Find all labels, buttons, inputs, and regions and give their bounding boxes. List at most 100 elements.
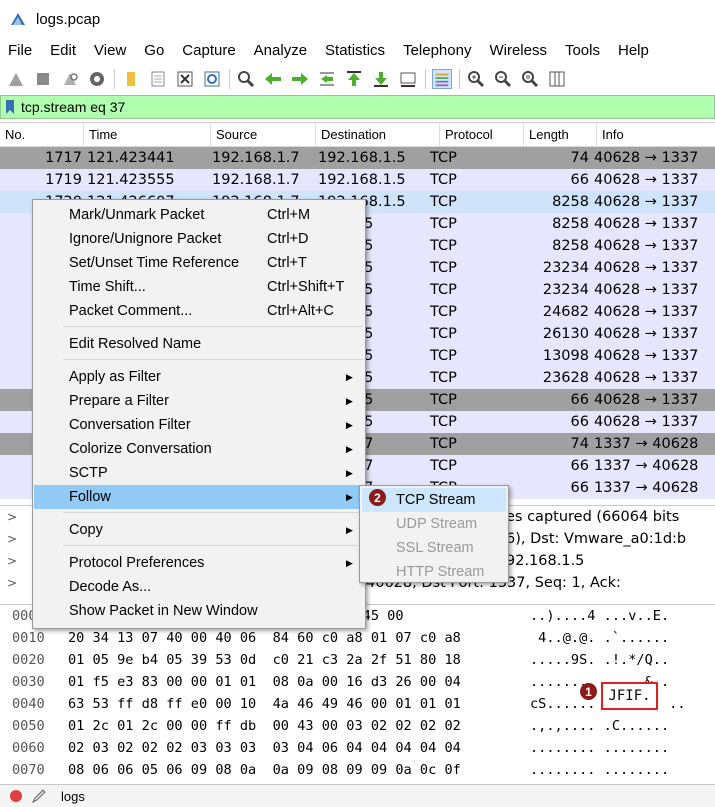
shark-start-icon[interactable]	[6, 69, 26, 89]
menu-item-time-shift[interactable]: Time Shift... Ctrl+Shift+T	[34, 275, 364, 299]
menu-item-sctp[interactable]: SCTP ▶	[34, 461, 364, 485]
menu-item-follow[interactable]: Follow ▶	[34, 485, 364, 509]
normal-size-icon[interactable]	[520, 69, 540, 89]
capture-comment-icon[interactable]	[31, 788, 47, 804]
packet-protocol: TCP	[430, 370, 457, 386]
menu-item-protocol-preferences[interactable]: Protocol Preferences ▶	[34, 551, 364, 575]
expand-arrow-icon[interactable]: >	[0, 554, 24, 568]
display-filter-input[interactable]: tcp.stream eq 37	[21, 99, 125, 115]
packet-info: 40628 → 1337	[594, 326, 699, 342]
detail-text: 92.168.1.5	[506, 553, 585, 569]
menu-item-mark-packet[interactable]: Mark/Unmark Packet Ctrl+M	[34, 203, 364, 227]
menu-tools[interactable]: Tools	[556, 38, 609, 64]
toolbar-separator	[229, 69, 230, 89]
menu-item-label: Copy	[69, 522, 103, 538]
column-header-info[interactable]: Info	[597, 123, 715, 146]
hex-ascii: .,.,.... .C......	[530, 718, 670, 734]
expert-info-icon[interactable]	[10, 790, 22, 802]
packet-protocol: TCP	[430, 150, 457, 166]
packet-no: 1717	[45, 150, 82, 166]
menu-item-prepare-filter[interactable]: Prepare a Filter ▶	[34, 389, 364, 413]
packet-info: 1337 → 40628	[594, 436, 699, 452]
packet-info: 40628 → 1337	[594, 304, 699, 320]
zoom-out-icon[interactable]	[493, 69, 513, 89]
hex-bytes: 01 05 9e b4 05 39 53 0d c0 21 c3 2a 2f 5…	[68, 652, 461, 668]
packet-row[interactable]: 1719 121.423555 192.168.1.7 192.168.1.5 TCP 6…	[0, 169, 715, 191]
open-folder-icon[interactable]	[121, 69, 141, 89]
column-header-no[interactable]: No.	[0, 123, 84, 146]
zoom-in-icon[interactable]	[466, 69, 486, 89]
bookmark-icon[interactable]	[1, 96, 19, 118]
stop-icon[interactable]	[33, 69, 53, 89]
hex-row[interactable]: 0010 20 34 13 07 40 00 40 06 84 60 c0 a8 …	[0, 627, 715, 649]
menu-item-edit-resolved-name[interactable]: Edit Resolved Name	[34, 332, 364, 356]
packet-protocol: TCP	[430, 392, 457, 408]
packet-protocol: TCP	[430, 238, 457, 254]
column-header-time[interactable]: Time	[84, 123, 211, 146]
hex-row[interactable]: 0060 02 03 02 02 02 03 03 03 03 04 06 04 …	[0, 737, 715, 759]
packet-length: 8258	[552, 238, 589, 254]
menu-item-decode-as[interactable]: Decode As...	[34, 575, 364, 599]
packet-protocol: TCP	[430, 458, 457, 474]
menu-item-colorize-conversation[interactable]: Colorize Conversation ▶	[34, 437, 364, 461]
menu-item-packet-comment[interactable]: Packet Comment... Ctrl+Alt+C	[34, 299, 364, 323]
column-header-length[interactable]: Length	[524, 123, 597, 146]
menu-item-label: Set/Unset Time Reference	[69, 255, 240, 271]
hex-row[interactable]: 0020 01 05 9e b4 05 39 53 0d c0 21 c3 2a …	[0, 649, 715, 671]
hex-offset: 0060	[12, 740, 45, 756]
menu-item-label: UDP Stream	[396, 516, 478, 532]
menu-item-conversation-filter[interactable]: Conversation Filter ▶	[34, 413, 364, 437]
hex-row[interactable]: 0050 01 2c 01 2c 00 00 ff db 00 43 00 03 …	[0, 715, 715, 737]
expand-arrow-icon[interactable]: >	[0, 510, 24, 524]
restart-icon[interactable]	[60, 69, 80, 89]
goto-packet-icon[interactable]	[317, 69, 337, 89]
expand-arrow-icon[interactable]: >	[0, 576, 24, 590]
step-2-badge: 2	[369, 489, 386, 506]
find-icon[interactable]	[236, 69, 256, 89]
menu-go[interactable]: Go	[135, 38, 173, 64]
menu-telephony[interactable]: Telephony	[394, 38, 480, 64]
row-gutter	[0, 213, 18, 235]
menu-capture[interactable]: Capture	[173, 38, 244, 64]
packet-protocol: TCP	[430, 260, 457, 276]
menu-view[interactable]: View	[85, 38, 135, 64]
file-set-icon[interactable]	[148, 69, 168, 89]
last-packet-icon[interactable]	[371, 69, 391, 89]
options-gear-icon[interactable]	[87, 69, 107, 89]
row-gutter	[0, 477, 18, 499]
resize-columns-icon[interactable]	[547, 69, 567, 89]
forward-arrow-icon[interactable]	[290, 69, 310, 89]
menu-analyze[interactable]: Analyze	[245, 38, 316, 64]
menu-help[interactable]: Help	[609, 38, 658, 64]
packet-protocol: TCP	[430, 216, 457, 232]
close-file-icon[interactable]	[175, 69, 195, 89]
back-arrow-icon[interactable]	[263, 69, 283, 89]
column-header-source[interactable]: Source	[211, 123, 316, 146]
column-header-protocol[interactable]: Protocol	[440, 123, 524, 146]
expand-arrow-icon[interactable]: >	[0, 532, 24, 546]
menu-edit[interactable]: Edit	[41, 38, 85, 64]
row-gutter	[0, 301, 18, 323]
first-packet-icon[interactable]	[344, 69, 364, 89]
hex-bytes: 01 f5 e3 83 00 00 01 01 08 0a 00 16 d3 2…	[68, 674, 461, 690]
status-file-name: logs	[61, 788, 85, 804]
menu-file[interactable]: File	[0, 38, 41, 64]
menu-statistics[interactable]: Statistics	[316, 38, 394, 64]
autoscroll-icon[interactable]	[398, 69, 418, 89]
menu-wireless[interactable]: Wireless	[480, 38, 556, 64]
colorize-icon[interactable]	[432, 69, 452, 89]
menu-item-ignore-packet[interactable]: Ignore/Unignore Packet Ctrl+D	[34, 227, 364, 251]
hex-bytes: 08 06 06 05 06 09 08 0a 0a 09 08 09 09 0…	[68, 762, 461, 778]
menu-item-copy[interactable]: Copy ▶	[34, 518, 364, 542]
column-header-destination[interactable]: Destination	[316, 123, 440, 146]
reload-icon[interactable]	[202, 69, 222, 89]
menu-item-time-reference[interactable]: Set/Unset Time Reference Ctrl+T	[34, 251, 364, 275]
menu-item-apply-as-filter[interactable]: Apply as Filter ▶	[34, 365, 364, 389]
menu-item-show-packet-new-window[interactable]: Show Packet in New Window	[34, 599, 364, 623]
hex-row[interactable]: 0070 08 06 06 05 06 09 08 0a 0a 09 08 09 …	[0, 759, 715, 781]
packet-row[interactable]: 1717 121.423441 192.168.1.7 192.168.1.5 TCP 7…	[0, 147, 715, 169]
menu-item-label: TCP Stream	[396, 492, 476, 508]
packet-length: 8258	[552, 194, 589, 210]
packet-time: 121.423441	[87, 150, 175, 166]
packet-info: 1337 → 40628	[594, 458, 699, 474]
